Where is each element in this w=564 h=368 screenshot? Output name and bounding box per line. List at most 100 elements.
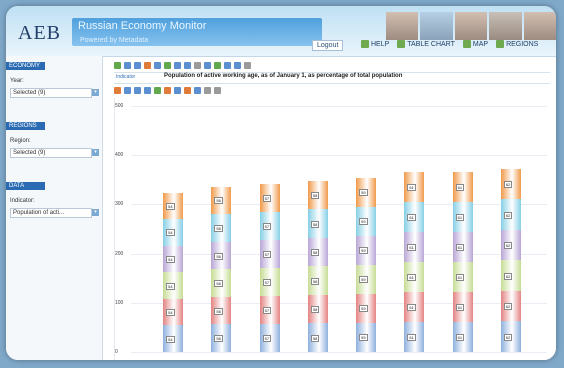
sidebar-regions-header[interactable]: REGIONS (6, 122, 45, 130)
bar-segment[interactable]: 61 (404, 201, 425, 232)
bar-segment[interactable]: 54 (163, 298, 184, 326)
bar-segment[interactable]: 61 (404, 171, 425, 202)
nav-regions[interactable]: REGIONS (496, 40, 538, 48)
print-icon[interactable] (154, 61, 161, 69)
scatter-chart-icon[interactable] (174, 86, 181, 94)
pie-chart-icon[interactable] (164, 86, 171, 94)
bar-chart-icon[interactable] (114, 86, 121, 94)
bar-segment[interactable]: 61 (452, 201, 473, 232)
bar-segment[interactable]: 62 (500, 199, 521, 230)
bar-segment[interactable]: 59 (356, 264, 377, 294)
export-icon[interactable] (144, 61, 151, 69)
year-edit-icon[interactable]: ▾ (92, 89, 99, 96)
region-edit-icon[interactable]: ▾ (92, 149, 99, 156)
bar-segment[interactable]: 62 (500, 229, 521, 261)
bar-segment[interactable]: 61 (404, 321, 425, 352)
zoom-icon[interactable] (204, 86, 211, 94)
bar-column[interactable]: 54 54 54 54 54 54 (163, 106, 184, 352)
bar-segment[interactable]: 54 (163, 245, 184, 273)
refresh-icon[interactable] (114, 61, 121, 69)
regions-icon (496, 40, 505, 48)
bar-segment[interactable]: 54 (163, 325, 184, 352)
bar-segment[interactable]: 56 (211, 296, 232, 325)
filter-icon[interactable] (184, 61, 191, 69)
grid-icon[interactable] (204, 61, 211, 69)
bar-segment[interactable]: 61 (452, 261, 473, 292)
bar-segment[interactable]: 59 (356, 235, 377, 265)
bar-column[interactable]: 57 57 57 57 57 57 (259, 106, 280, 352)
bar-segment[interactable]: 56 (211, 269, 232, 297)
data-label: 62 (503, 211, 513, 219)
bar-segment[interactable]: 59 (356, 177, 377, 207)
bar-segment[interactable]: 56 (211, 186, 232, 215)
bar-segment[interactable]: 54 (163, 272, 184, 299)
bar-segment[interactable]: 58 (307, 237, 328, 267)
bar-segment[interactable]: 57 (259, 183, 280, 212)
sort-icon[interactable] (174, 61, 181, 69)
radar-chart-icon[interactable] (184, 86, 191, 94)
table-icon[interactable] (124, 61, 131, 69)
nav-map[interactable]: MAP (462, 40, 488, 48)
region-select[interactable]: Selected (9) (10, 148, 92, 158)
bar-segment[interactable]: 58 (307, 294, 328, 324)
bar-segment[interactable]: 57 (259, 323, 280, 352)
sidebar-data-header[interactable]: DATA (6, 182, 45, 190)
bar-segment[interactable]: 57 (259, 295, 280, 324)
bar-segment[interactable]: 56 (211, 214, 232, 242)
bar-segment[interactable]: 62 (500, 321, 521, 352)
copy-icon[interactable] (234, 61, 241, 69)
chart-icon[interactable] (134, 61, 141, 69)
area-chart-icon[interactable] (154, 86, 161, 94)
bar-segment[interactable]: 61 (452, 231, 473, 262)
table-chart-icon (397, 40, 406, 48)
data-label: 61 (407, 213, 416, 221)
bar-segment[interactable]: 58 (307, 323, 328, 352)
bar-segment[interactable]: 54 (163, 219, 184, 246)
bar-segment[interactable]: 61 (452, 291, 473, 322)
save-icon[interactable] (244, 61, 251, 69)
bar-segment[interactable]: 62 (500, 260, 521, 291)
layout-icon[interactable] (224, 61, 231, 69)
bar-segment[interactable]: 56 (211, 241, 232, 270)
bar-column[interactable]: 58 58 58 58 58 58 (307, 106, 328, 352)
bar-column[interactable]: 56 56 56 56 56 56 (211, 106, 232, 352)
legend-icon[interactable] (194, 86, 201, 94)
column-chart-icon[interactable] (134, 86, 141, 94)
logout-button[interactable]: Logout (312, 40, 344, 51)
excel-icon[interactable] (164, 61, 171, 69)
bar-column[interactable]: 61 61 61 61 61 61 (452, 106, 473, 352)
bar-segment[interactable]: 61 (404, 261, 425, 292)
bar-segment[interactable]: 62 (500, 290, 521, 322)
options-icon[interactable] (214, 86, 221, 94)
bar-segment[interactable]: 54 (163, 192, 184, 220)
bar-column[interactable]: 61 61 61 61 61 61 (404, 106, 425, 352)
indicator-edit-icon[interactable]: ▾ (92, 209, 99, 216)
photo-2 (420, 12, 453, 40)
sidebar-economy-header[interactable]: ECONOMY (6, 62, 45, 70)
bar-segment[interactable]: 61 (404, 291, 425, 322)
bar-segment[interactable]: 61 (452, 321, 473, 352)
bar-segment[interactable]: 59 (356, 322, 377, 352)
bar-column[interactable]: 62 62 62 62 62 62 (500, 106, 521, 352)
bar-segment[interactable]: 61 (452, 171, 473, 202)
nav-table-chart[interactable]: TABLE CHART (397, 40, 455, 48)
bar-segment[interactable]: 59 (356, 206, 377, 236)
year-select[interactable]: Selected (9) (10, 88, 92, 98)
bar-segment[interactable]: 62 (500, 168, 521, 200)
bar-segment[interactable]: 58 (307, 266, 328, 295)
nav-help[interactable]: HELP (361, 40, 389, 48)
stacked-chart-icon[interactable] (144, 86, 151, 94)
bar-segment[interactable]: 57 (259, 239, 280, 268)
bar-segment[interactable]: 58 (307, 209, 328, 238)
bar-segment[interactable]: 57 (259, 211, 280, 240)
bar-segment[interactable]: 61 (404, 231, 425, 262)
bar-column[interactable]: 59 59 59 59 59 59 (356, 106, 377, 352)
bar-segment[interactable]: 57 (259, 267, 280, 296)
settings-icon[interactable] (194, 61, 201, 69)
bar-segment[interactable]: 56 (211, 324, 232, 352)
bar-segment[interactable]: 59 (356, 293, 377, 323)
bar-segment[interactable]: 58 (307, 180, 328, 210)
indicator-select[interactable]: Population of acti... (10, 208, 92, 218)
line-chart-icon[interactable] (124, 86, 131, 94)
add-icon[interactable] (214, 61, 221, 69)
